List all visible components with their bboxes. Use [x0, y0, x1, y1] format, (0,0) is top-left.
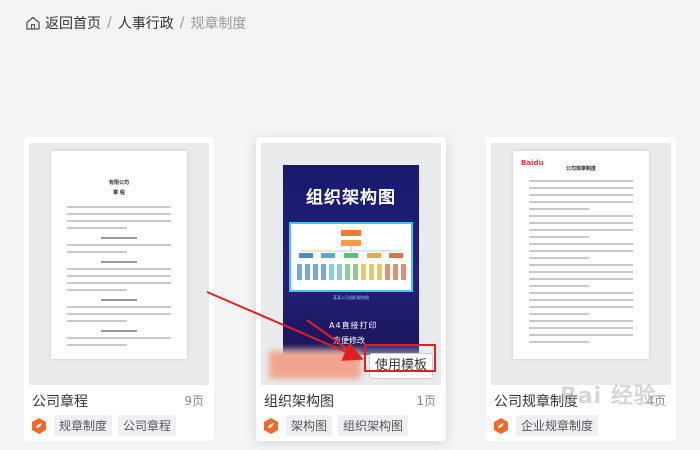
home-icon[interactable] — [26, 16, 40, 30]
tag[interactable]: 规章制度 — [54, 415, 113, 436]
poster-preview: 组织架构图 某某公司组织架构图 A4直接打印 方便修改 — [283, 165, 419, 355]
breadcrumb-current: 规章制度 — [190, 16, 247, 32]
blurred-button[interactable] — [269, 351, 361, 379]
poster-print-note: A4直接打印 — [329, 321, 378, 330]
org-chart-diagram — [289, 222, 413, 292]
poster-title: 组织架构图 — [306, 188, 396, 208]
breadcrumb-section-link[interactable]: 人事行政 — [118, 13, 174, 33]
doc-subtitle: 章 程 — [113, 190, 125, 196]
template-title[interactable]: 公司规章制度 — [494, 391, 578, 411]
tag-list: 企业规章制度 — [492, 415, 604, 436]
tag-list: 规章制度 公司章程 — [30, 415, 182, 436]
template-thumbnail[interactable]: Baidu 公司规章制度 — [491, 143, 671, 385]
highlight-annotation-box — [364, 344, 436, 372]
breadcrumb-separator: / — [179, 15, 185, 31]
poster-caption: 某某公司组织架构图 — [333, 295, 369, 300]
document-preview: Baidu 公司规章制度 — [513, 151, 649, 359]
template-card-company-rules[interactable]: Baidu 公司规章制度 公司规章制度 4页 企业规章制度 — [486, 137, 676, 441]
category-badge-icon — [494, 417, 508, 434]
tag[interactable]: 架构图 — [286, 415, 333, 436]
breadcrumb: 返回首页 / 人事行政 / 规章制度 — [26, 12, 246, 34]
tag[interactable]: 组织架构图 — [338, 415, 409, 436]
breadcrumb-home-link[interactable]: 返回首页 — [45, 13, 101, 33]
template-thumbnail[interactable]: 有限公司 章 程 — [29, 143, 209, 385]
category-badge-icon — [264, 417, 278, 434]
page-count: 1页 — [416, 394, 436, 408]
page-count: 4页 — [646, 394, 666, 408]
tag-list: 架构图 组织架构图 — [262, 415, 414, 436]
doc-title: 有限公司 — [108, 180, 129, 186]
breadcrumb-separator: / — [107, 15, 112, 31]
tag[interactable]: 公司章程 — [118, 415, 177, 436]
template-title[interactable]: 公司章程 — [32, 391, 88, 411]
document-preview: 有限公司 章 程 — [51, 151, 187, 359]
tag[interactable]: 企业规章制度 — [516, 415, 599, 436]
template-title[interactable]: 组织架构图 — [264, 391, 334, 411]
template-card-org-chart[interactable]: 组织架构图 某某公司组织架构图 A4直接打印 方便修改 使用模板 组织架构图 1… — [256, 137, 446, 441]
page-count: 9页 — [184, 394, 204, 408]
category-badge-icon — [32, 417, 46, 434]
doc-logo: Baidu — [521, 159, 544, 167]
template-card-company-charter[interactable]: 有限公司 章 程 公司章程 9页 规章制度 公司章程 — [24, 137, 214, 441]
